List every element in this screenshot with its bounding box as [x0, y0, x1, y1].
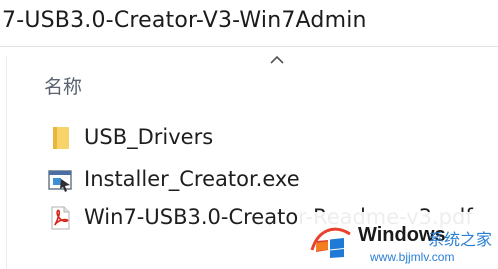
watermark-url: www.bjjmlv.com: [370, 250, 455, 264]
file-name: Installer_Creator.exe: [84, 167, 300, 191]
watermark-badge: Windows 系统之家 www.bjjmlv.com: [300, 212, 498, 269]
pane-left-border: [6, 56, 7, 269]
file-row[interactable]: USB_Drivers: [40, 121, 498, 155]
watermark-subtitle: 系统之家: [428, 230, 493, 249]
windows-logo-icon: [310, 227, 351, 258]
pdf-icon: [51, 206, 70, 230]
file-name: USB_Drivers: [84, 125, 214, 149]
column-header-name[interactable]: 名称: [44, 72, 82, 99]
address-bar[interactable]: 7-USB3.0-Creator-V3-Win7Admin: [0, 0, 498, 47]
address-path[interactable]: 7-USB3.0-Creator-V3-Win7Admin: [2, 8, 367, 33]
folder-icon: [53, 127, 69, 149]
file-row[interactable]: Installer_Creator.exe: [40, 163, 498, 197]
chevron-up-icon[interactable]: [266, 52, 288, 66]
exe-app-icon: [48, 170, 72, 192]
